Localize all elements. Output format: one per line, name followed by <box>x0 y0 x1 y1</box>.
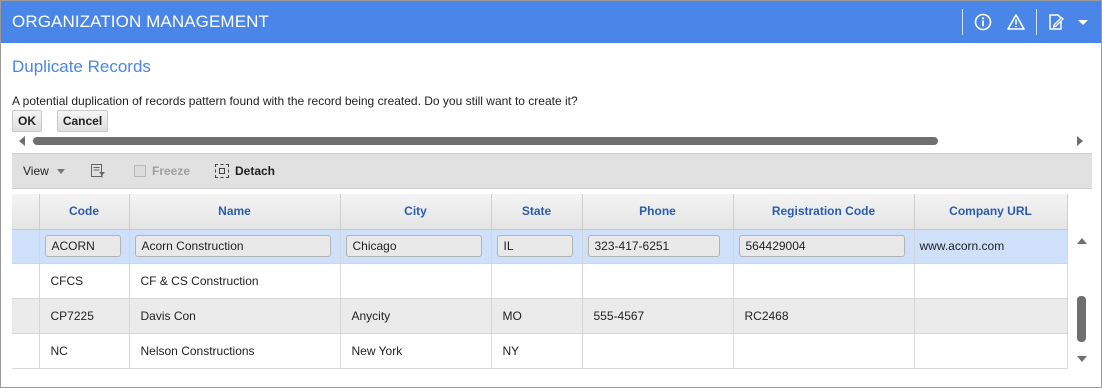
horizontal-scroll-thumb[interactable] <box>33 137 938 145</box>
phone-field[interactable]: 323-417-6251 <box>587 235 720 257</box>
scroll-right-arrow-icon[interactable] <box>1077 136 1083 146</box>
row-selector-header <box>12 194 40 230</box>
registration-code-field[interactable]: 564429004 <box>738 235 905 257</box>
company-url-cell <box>914 263 1068 299</box>
column-header-code[interactable]: Code <box>39 194 130 230</box>
horizontal-scrollbar[interactable] <box>12 134 1090 148</box>
city-field[interactable]: Chicago <box>345 235 482 257</box>
warning-icon[interactable] <box>1006 12 1026 32</box>
detach-label: Detach <box>235 164 276 178</box>
registration-code-cell <box>733 263 915 299</box>
table-row[interactable]: ACORN Acorn Construction Chicago IL 323-… <box>12 229 1068 264</box>
vertical-scroll-thumb[interactable] <box>1077 296 1086 342</box>
dropdown-arrow-icon[interactable] <box>1073 12 1093 32</box>
title-bar-divider <box>1036 9 1037 35</box>
name-field[interactable]: Acorn Construction <box>134 235 331 257</box>
detach-button[interactable]: Detach <box>215 164 275 178</box>
grid-toolbar: View Freeze Detach <box>12 153 1092 189</box>
column-header-registration-code[interactable]: Registration Code <box>733 194 915 230</box>
column-header-phone[interactable]: Phone <box>582 194 734 230</box>
registration-code-cell <box>733 333 915 369</box>
table-row[interactable]: CP7225 Davis Con Anycity MO 555-4567 RC2… <box>12 298 1068 334</box>
registration-code-cell: RC2468 <box>733 298 915 334</box>
detach-icon <box>215 164 229 178</box>
row-selector[interactable] <box>12 263 40 299</box>
page-title: ORGANIZATION MANAGEMENT <box>12 12 269 31</box>
state-cell <box>491 263 583 299</box>
name-cell: Davis Con <box>129 298 341 334</box>
phone-cell <box>582 333 734 369</box>
ok-button[interactable]: OK <box>12 110 42 132</box>
freeze-label: Freeze <box>152 164 191 178</box>
scroll-down-arrow-icon[interactable] <box>1077 356 1087 362</box>
edit-note-icon[interactable] <box>1046 12 1066 32</box>
duplicate-warning-message: A potential duplication of records patte… <box>12 94 578 108</box>
state-field[interactable]: IL <box>496 235 573 257</box>
duplicate-records-table: Code Name City State Phone Registration … <box>12 194 1068 369</box>
phone-cell: 555-4567 <box>582 298 734 334</box>
code-cell: CFCS <box>39 263 130 299</box>
column-header-city[interactable]: City <box>340 194 492 230</box>
code-cell: CP7225 <box>39 298 130 334</box>
state-cell: NY <box>491 333 583 369</box>
column-header-company-url[interactable]: Company URL <box>914 194 1068 230</box>
view-menu[interactable]: View <box>23 164 66 178</box>
filter-list-icon[interactable] <box>90 163 106 182</box>
title-bar-divider <box>962 9 963 35</box>
freeze-button[interactable]: Freeze <box>134 164 190 178</box>
cancel-button[interactable]: Cancel <box>57 110 108 132</box>
city-cell: New York <box>340 333 492 369</box>
duplicate-records-title: Duplicate Records <box>12 57 151 76</box>
vertical-scrollbar[interactable] <box>1072 230 1090 370</box>
chevron-down-icon <box>57 169 66 175</box>
column-header-name[interactable]: Name <box>129 194 341 230</box>
title-bar: ORGANIZATION MANAGEMENT <box>1 1 1101 43</box>
city-cell <box>340 263 492 299</box>
scroll-up-arrow-icon[interactable] <box>1077 238 1087 244</box>
phone-cell <box>582 263 734 299</box>
row-selector[interactable] <box>12 229 40 264</box>
scroll-left-arrow-icon[interactable] <box>19 136 25 146</box>
company-url-cell: www.acorn.com <box>914 229 1068 264</box>
company-url-cell <box>914 298 1068 334</box>
table-row[interactable]: CFCS CF & CS Construction <box>12 263 1068 299</box>
city-cell: Anycity <box>340 298 492 334</box>
view-menu-label: View <box>23 164 49 178</box>
table-header-row: Code Name City State Phone Registration … <box>12 194 1068 230</box>
freeze-icon <box>134 165 146 177</box>
company-url-cell <box>914 333 1068 369</box>
state-cell: MO <box>491 298 583 334</box>
code-cell: NC <box>39 333 130 369</box>
organization-management-window: ORGANIZATION MANAGEMENT Duplicate Record… <box>0 0 1102 388</box>
column-header-state[interactable]: State <box>491 194 583 230</box>
table-row[interactable]: NC Nelson Constructions New York NY <box>12 333 1068 369</box>
row-selector[interactable] <box>12 333 40 369</box>
row-selector[interactable] <box>12 298 40 334</box>
code-field[interactable]: ACORN <box>44 235 121 257</box>
name-cell: Nelson Constructions <box>129 333 341 369</box>
name-cell: CF & CS Construction <box>129 263 341 299</box>
info-icon[interactable] <box>973 12 993 32</box>
